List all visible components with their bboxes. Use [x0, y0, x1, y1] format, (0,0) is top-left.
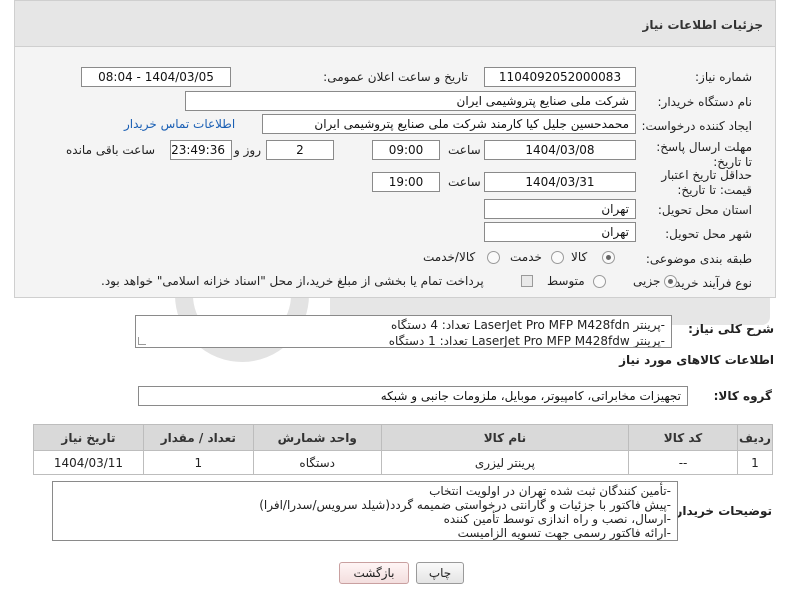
treasury-payment-checkbox[interactable] [521, 275, 533, 287]
process-medium-radio[interactable] [593, 275, 606, 288]
need-number-label: شماره نیاز: [695, 70, 752, 84]
col-header-item-code: کد کالا [628, 424, 738, 451]
delivery-city-label: شهر محل تحویل: [665, 227, 752, 241]
need-number-field[interactable]: 1104092052000083 [484, 67, 636, 87]
col-header-row-number: ردیف [736, 424, 774, 451]
resize-handle-icon[interactable] [138, 337, 146, 345]
category-goods-radio[interactable] [602, 251, 615, 264]
buyer-note-line: -ارسال، نصب و راه اندازی توسط تأمین کنند… [443, 512, 671, 526]
table-row[interactable]: 1 -- پرینتر لیزری دستگاه 1 1404/03/11 [33, 450, 774, 475]
panel-header: جزئیات اطلاعات نیاز [15, 1, 775, 47]
goods-group-label: گروه کالا: [713, 389, 772, 403]
category-goods-label: کالا [571, 250, 588, 264]
buyer-note-line: -ارائه فاکتور رسمی جهت تسویه الزامیست [457, 526, 671, 540]
buyer-notes-textarea[interactable]: -تأمین کنندگان ثبت شده تهران در اولویت ا… [52, 481, 678, 541]
cell-row-number: 1 [736, 450, 774, 475]
process-medium-label: متوسط [547, 274, 585, 288]
col-header-quantity: تعداد / مقدار [142, 424, 254, 451]
delivery-province-label: استان محل تحویل: [657, 203, 752, 217]
reply-deadline-label: مهلت ارسال پاسخ: تا تاریخ: [656, 140, 752, 169]
cell-item-code: -- [628, 450, 738, 475]
process-minor-radio[interactable] [664, 275, 677, 288]
buyer-note-line: -پیش فاکتور با جزئیات و گارانتی درخواستی… [259, 498, 671, 512]
process-minor-label: جزیی [633, 274, 661, 288]
items-table: ردیف کد کالا نام کالا واحد شمارش تعداد /… [33, 424, 774, 475]
buyer-org-field[interactable]: شرکت ملی صنایع پتروشیمی ایران [185, 91, 636, 111]
category-service-label: خدمت [510, 250, 542, 264]
requester-field[interactable]: محمدحسین جلیل کیا کارمند شرکت ملی صنایع … [262, 114, 636, 134]
requester-label: ایجاد کننده درخواست: [641, 119, 752, 133]
summary-line: -پرینتر LaserJet Pro MFP M428fdw تعداد: … [388, 334, 665, 348]
buyer-contact-link[interactable]: اطلاعات تماس خریدار [124, 117, 235, 131]
cell-need-date: 1404/03/11 [33, 450, 144, 475]
category-goods-service-radio[interactable] [487, 251, 500, 264]
announce-datetime-label: تاریخ و ساعت اعلان عمومی: [323, 70, 468, 84]
summary-textarea[interactable]: -پرینتر LaserJet Pro MFP M428fdn تعداد: … [135, 315, 672, 348]
buyer-note-line: -تأمین کنندگان ثبت شده تهران در اولویت ا… [429, 484, 671, 498]
category-label: طبقه بندی موضوعی: [645, 252, 752, 266]
delivery-city-field[interactable]: تهران [484, 222, 636, 242]
summary-line: -پرینتر LaserJet Pro MFP M428fdn تعداد: … [390, 318, 665, 332]
cell-quantity: 1 [142, 450, 254, 475]
price-validity-time-label: ساعت [448, 175, 481, 189]
reply-deadline-time-field[interactable]: 09:00 [372, 140, 440, 160]
remaining-time-field[interactable]: 23:49:36 [170, 140, 232, 160]
goods-group-field[interactable]: تجهیزات مخابراتی، کامپیوتر، موبایل، ملزو… [138, 386, 688, 406]
back-button[interactable]: بازگشت [339, 562, 409, 584]
cell-unit: دستگاه [252, 450, 382, 475]
treasury-payment-note: پرداخت تمام یا بخشی از مبلغ خرید،از محل … [101, 274, 484, 288]
print-button[interactable]: چاپ [416, 562, 464, 584]
reply-deadline-time-label: ساعت [448, 143, 481, 157]
price-validity-date-field[interactable]: 1404/03/31 [484, 172, 636, 192]
summary-label: شرح کلی نیاز: [688, 322, 774, 336]
process-type-label: نوع فرآیند خرید : [667, 276, 752, 290]
page-title: جزئیات اطلاعات نیاز [642, 18, 763, 32]
category-goods-service-label: کالا/خدمت [423, 250, 476, 264]
reply-days-label: روز و [234, 143, 261, 157]
buyer-org-label: نام دستگاه خریدار: [657, 95, 753, 109]
goods-info-title: اطلاعات کالاهای مورد نیاز [619, 353, 774, 367]
reply-deadline-date-field[interactable]: 1404/03/08 [484, 140, 636, 160]
category-service-radio[interactable] [551, 251, 564, 264]
reply-days-field[interactable]: 2 [266, 140, 334, 160]
price-validity-time-field[interactable]: 19:00 [372, 172, 440, 192]
delivery-province-field[interactable]: تهران [484, 199, 636, 219]
price-validity-label: حداقل تاریخ اعتبار قیمت: تا تاریخ: [661, 168, 752, 197]
col-header-unit: واحد شمارش [252, 424, 382, 451]
col-header-item-name: نام کالا [380, 424, 630, 451]
remaining-time-label: ساعت باقی مانده [66, 143, 156, 157]
table-header-row: ردیف کد کالا نام کالا واحد شمارش تعداد /… [33, 424, 774, 451]
announce-datetime-field[interactable]: 1404/03/05 - 08:04 [81, 67, 231, 87]
cell-item-name: پرینتر لیزری [380, 450, 630, 475]
buyer-notes-label: توضیحات خریدار: [670, 504, 772, 518]
col-header-need-date: تاریخ نیاز [33, 424, 144, 451]
